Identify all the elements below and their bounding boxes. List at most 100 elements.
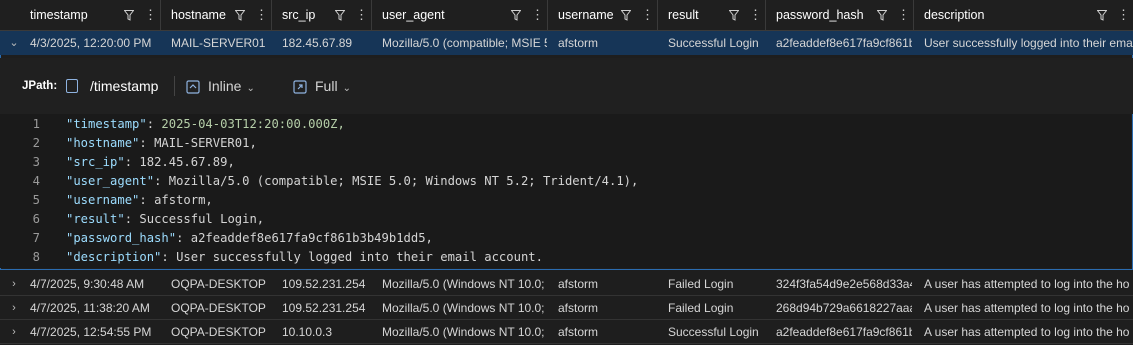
cell-description: A user has attempted to log into the ho [924, 301, 1130, 315]
filter-icon[interactable] [1097, 9, 1107, 21]
cell-timestamp: 4/7/2025, 12:54:55 PM [30, 325, 152, 339]
cell-description: A user has attempted to log into the ho [924, 325, 1130, 339]
line-number: 2 [32, 136, 40, 150]
json-value: Successful Login, [139, 212, 265, 226]
chevron-down-icon: ⌄ [342, 83, 351, 94]
cell-result: Successful Login [668, 325, 759, 339]
detail-toolbar: JPath: /timestamp Inline ⌄ Full ⌄ [0, 58, 1133, 114]
table-row[interactable]: › 4/7/2025, 12:54:55 PM OQPA-DESKTOP 10.… [0, 320, 1133, 344]
column-header-password-hash[interactable]: password_hash ⋮ [766, 0, 914, 30]
line-number: 3 [32, 155, 40, 169]
cell-username: afstorm [558, 301, 599, 315]
column-menu-icon[interactable]: ⋮ [749, 8, 762, 21]
cell-timestamp: 4/3/2025, 12:20:00 PM [30, 36, 152, 50]
cell-password-hash: a2feaddef8e617fa9cf861b3 [776, 36, 912, 50]
inline-view-dropdown[interactable]: Inline ⌄ [186, 76, 255, 96]
filter-icon[interactable] [335, 9, 345, 21]
filter-icon[interactable] [877, 9, 887, 21]
cell-password-hash: 324f3fa54d9e2e568d33a4 [776, 277, 912, 291]
column-header-user-agent[interactable]: user_agent ⋮ [372, 0, 548, 30]
json-key: "hostname" [66, 136, 140, 150]
column-header-result[interactable]: result ⋮ [658, 0, 766, 30]
filter-icon[interactable] [124, 9, 134, 21]
cell-result: Failed Login [668, 277, 734, 291]
table-row-expanded[interactable]: ⌄ 4/3/2025, 12:20:00 PM MAIL-SERVER01 18… [0, 31, 1133, 55]
cell-hostname: OQPA-DESKTOP [171, 301, 266, 315]
json-value: a2feaddef8e617fa9cf861b3b49b1dd5, [190, 231, 433, 245]
line-number: 4 [32, 174, 40, 188]
table-row[interactable]: › 4/7/2025, 9:30:48 AM OQPA-DESKTOP 109.… [0, 272, 1133, 296]
column-menu-icon[interactable]: ⋮ [531, 8, 544, 21]
column-label: description [924, 8, 985, 22]
column-menu-icon[interactable]: ⋮ [255, 8, 268, 21]
cell-user-agent: Mozilla/5.0 (Windows NT 10.0; r [382, 277, 547, 291]
json-value: MAIL-SERVER01, [154, 136, 257, 150]
line-number: 6 [32, 212, 40, 226]
column-menu-icon[interactable]: ⋮ [641, 8, 654, 21]
cell-timestamp: 4/7/2025, 9:30:48 AM [30, 277, 145, 291]
json-value: afstorm, [154, 193, 213, 207]
cell-hostname: MAIL-SERVER01 [171, 36, 266, 50]
json-key: "timestamp" [66, 117, 147, 131]
column-menu-icon[interactable]: ⋮ [144, 8, 157, 21]
grid-header: timestamp ⋮ hostname ⋮ src_ip ⋮ user_age… [0, 0, 1133, 31]
json-value: 182.45.67.89, [139, 155, 235, 169]
jpath-value: /timestamp [90, 78, 159, 94]
json-value: 2025-04-03T12:20:00.000Z, [161, 117, 345, 131]
column-header-hostname[interactable]: hostname ⋮ [161, 0, 272, 30]
line-number: 5 [32, 193, 40, 207]
column-label: timestamp [30, 8, 88, 22]
toolbar-divider [174, 76, 175, 96]
expand-chevron-icon[interactable]: › [8, 296, 20, 320]
table-row[interactable]: › 4/7/2025, 11:38:20 AM OQPA-DESKTOP 109… [0, 296, 1133, 320]
json-viewer[interactable]: 1 "timestamp": 2025-04-03T12:20:00.000Z, … [0, 114, 1131, 268]
column-label: hostname [171, 8, 226, 22]
expand-chevron-icon[interactable]: › [8, 320, 20, 344]
expand-chevron-icon[interactable]: › [8, 272, 20, 296]
column-label: result [668, 8, 699, 22]
cell-user-agent: Mozilla/5.0 (Windows NT 10.0; r [382, 301, 547, 315]
json-value: User successfully logged into their emai… [176, 250, 543, 264]
cell-description: A user has attempted to log into the ho [924, 277, 1130, 291]
filter-icon[interactable] [729, 9, 739, 21]
column-label: password_hash [776, 8, 864, 22]
json-key: "username" [66, 193, 140, 207]
cell-src-ip: 10.10.0.3 [282, 325, 333, 339]
filter-icon[interactable] [621, 9, 631, 21]
inline-view-icon [186, 80, 200, 94]
column-header-timestamp[interactable]: timestamp ⋮ [0, 0, 161, 30]
expand-view-icon [293, 80, 307, 94]
cell-src-ip: 109.52.231.254 [282, 277, 366, 291]
column-header-src-ip[interactable]: src_ip ⋮ [272, 0, 372, 30]
column-label: user_agent [382, 8, 445, 22]
line-number: 7 [32, 231, 40, 245]
column-menu-icon[interactable]: ⋮ [355, 8, 368, 21]
column-header-description[interactable]: description ⋮ [914, 0, 1133, 30]
filter-icon[interactable] [511, 9, 521, 21]
collapse-chevron-icon[interactable]: ⌄ [8, 31, 20, 55]
cell-hostname: OQPA-DESKTOP [171, 325, 266, 339]
line-number: 8 [32, 250, 40, 264]
cell-result: Failed Login [668, 301, 734, 315]
column-header-username[interactable]: username ⋮ [548, 0, 658, 30]
json-key: "result" [66, 212, 125, 226]
json-key: "password_hash" [66, 231, 177, 245]
cell-src-ip: 182.45.67.89 [282, 36, 353, 50]
filter-icon[interactable] [235, 9, 245, 21]
cell-password-hash: 268d94b729a6618227aaa7 [776, 301, 912, 315]
column-menu-icon[interactable]: ⋮ [1117, 8, 1130, 21]
cell-description: User successfully logged into their emai… [924, 36, 1133, 50]
json-key: "description" [66, 250, 162, 264]
cell-src-ip: 109.52.231.254 [282, 301, 366, 315]
chevron-down-icon: ⌄ [246, 83, 255, 94]
column-label: username [558, 8, 614, 22]
cell-result: Successful Login [668, 36, 759, 50]
column-menu-icon[interactable]: ⋮ [897, 8, 910, 21]
cell-username: afstorm [558, 36, 599, 50]
copy-icon[interactable] [66, 79, 78, 93]
cell-hostname: OQPA-DESKTOP [171, 277, 266, 291]
full-label: Full [315, 78, 338, 94]
full-view-dropdown[interactable]: Full ⌄ [293, 76, 351, 96]
cell-username: afstorm [558, 325, 599, 339]
line-number: 1 [32, 117, 40, 131]
